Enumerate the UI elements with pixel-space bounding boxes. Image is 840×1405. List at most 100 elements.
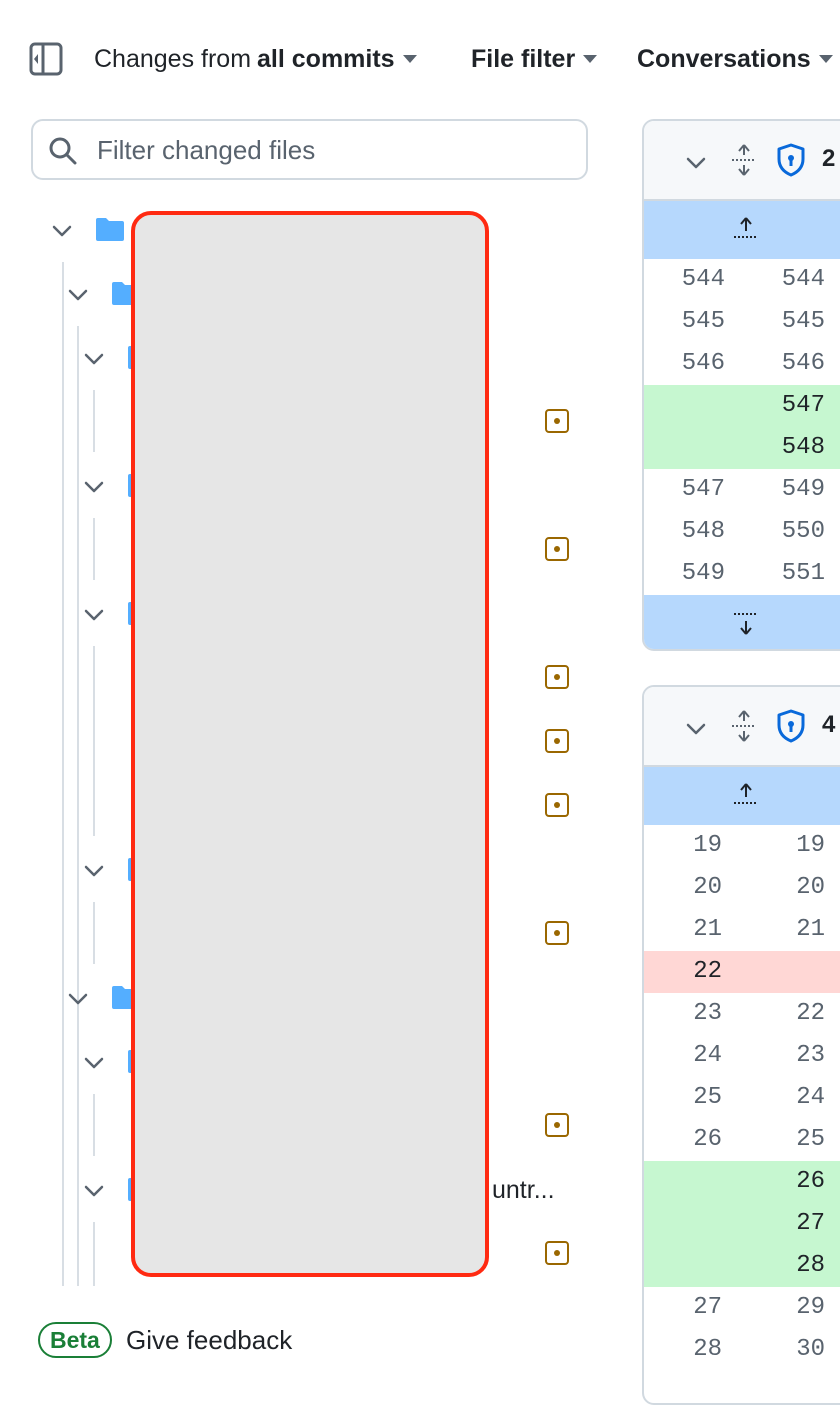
expand-up-icon bbox=[734, 217, 758, 238]
diff-line-deleted[interactable]: 22 bbox=[644, 951, 840, 993]
old-line-number: 24 bbox=[693, 1042, 722, 1069]
diff-line[interactable]: 546 546 bbox=[644, 343, 840, 385]
tree-guide-line bbox=[93, 1094, 95, 1156]
diff-line-added[interactable]: 27 bbox=[644, 1203, 840, 1245]
expand-all-icon[interactable] bbox=[730, 143, 758, 177]
changes-prefix: Changes from bbox=[94, 44, 252, 73]
tree-guide-line bbox=[93, 646, 95, 836]
chevron-down-icon[interactable] bbox=[82, 859, 106, 883]
diff-line[interactable]: 545 545 bbox=[644, 301, 840, 343]
old-line-number: 25 bbox=[693, 1084, 722, 1111]
file-filter-dropdown[interactable]: File filter bbox=[471, 36, 598, 82]
shield-lock-icon bbox=[777, 709, 805, 743]
new-line-number: 550 bbox=[781, 518, 825, 545]
old-line-number: 548 bbox=[681, 518, 725, 545]
old-line-number: 23 bbox=[693, 1000, 722, 1027]
chevron-down-icon[interactable] bbox=[82, 347, 106, 371]
filter-files-box[interactable] bbox=[31, 119, 588, 180]
diff-line[interactable]: 544 544 bbox=[644, 259, 840, 301]
new-line-number: 29 bbox=[796, 1294, 825, 1321]
new-line-number: 25 bbox=[796, 1126, 825, 1153]
old-line-number: 19 bbox=[693, 832, 722, 859]
search-icon bbox=[49, 137, 77, 165]
diff-file-panel: 2 544 544 545 545 546 546 547 548 547 549 548 550 54… bbox=[642, 119, 840, 651]
diff-line[interactable]: 20 20 bbox=[644, 867, 840, 909]
folder-icon bbox=[96, 218, 124, 241]
diff-line-added[interactable]: 26 bbox=[644, 1161, 840, 1203]
new-line-number: 21 bbox=[796, 916, 825, 943]
chevron-down-icon[interactable] bbox=[684, 151, 708, 175]
diff-line[interactable]: 24 23 bbox=[644, 1035, 840, 1077]
new-line-number: 28 bbox=[796, 1252, 825, 1279]
expand-up-button[interactable] bbox=[644, 201, 840, 259]
chevron-down-icon[interactable] bbox=[684, 717, 708, 741]
tree-folder-name-truncated[interactable]: untr... bbox=[492, 1176, 555, 1205]
old-line-number: 544 bbox=[681, 266, 725, 293]
new-line-number: 22 bbox=[796, 1000, 825, 1027]
tree-guide-line bbox=[93, 518, 95, 580]
old-line-number: 26 bbox=[693, 1126, 722, 1153]
tree-guide-line bbox=[62, 262, 64, 1286]
old-line-number: 22 bbox=[693, 958, 722, 985]
chevron-down-icon[interactable] bbox=[50, 219, 74, 243]
new-line-number: 30 bbox=[796, 1336, 825, 1363]
conversations-dropdown[interactable]: Conversations bbox=[637, 36, 833, 82]
new-line-number: 24 bbox=[796, 1084, 825, 1111]
diff-line[interactable]: 25 24 bbox=[644, 1077, 840, 1119]
diff-file-count: 2 bbox=[822, 145, 836, 172]
expand-all-icon[interactable] bbox=[730, 709, 758, 743]
tree-guide-line bbox=[93, 1222, 95, 1286]
shield-lock-icon bbox=[777, 143, 805, 177]
expand-up-button[interactable] bbox=[644, 767, 840, 825]
conversations-label: Conversations bbox=[637, 44, 811, 73]
caret-down-icon bbox=[402, 55, 417, 63]
file-modified-icon bbox=[545, 1241, 569, 1265]
caret-down-icon bbox=[583, 55, 598, 63]
tree-guide-line bbox=[93, 390, 95, 452]
expand-down-button[interactable] bbox=[644, 595, 840, 649]
diff-line[interactable]: 549 551 bbox=[644, 553, 840, 595]
new-line-number: 20 bbox=[796, 874, 825, 901]
diff-line[interactable]: 27 29 bbox=[644, 1287, 840, 1329]
new-line-number: 23 bbox=[796, 1042, 825, 1069]
caret-down-icon bbox=[818, 55, 833, 63]
diff-line-added[interactable]: 28 bbox=[644, 1245, 840, 1287]
chevron-down-icon[interactable] bbox=[66, 283, 90, 307]
give-feedback-link[interactable]: Give feedback bbox=[126, 1322, 292, 1358]
old-line-number: 545 bbox=[681, 308, 725, 335]
file-modified-icon bbox=[545, 921, 569, 945]
new-line-number: 26 bbox=[796, 1168, 825, 1195]
chevron-down-icon[interactable] bbox=[82, 475, 106, 499]
diff-file-count: 4 bbox=[822, 711, 836, 738]
file-modified-icon bbox=[545, 1113, 569, 1137]
old-line-number: 28 bbox=[693, 1336, 722, 1363]
diff-line[interactable]: 28 30 bbox=[644, 1329, 840, 1371]
new-line-number: 19 bbox=[796, 832, 825, 859]
chevron-down-icon[interactable] bbox=[66, 987, 90, 1011]
file-filter-label: File filter bbox=[471, 44, 576, 73]
old-line-number: 20 bbox=[693, 874, 722, 901]
diff-line[interactable]: 547 549 bbox=[644, 469, 840, 511]
diff-line[interactable]: 548 550 bbox=[644, 511, 840, 553]
new-line-number: 544 bbox=[781, 266, 825, 293]
file-modified-icon bbox=[545, 537, 569, 561]
diff-line[interactable]: 19 19 bbox=[644, 825, 840, 867]
new-line-number: 27 bbox=[796, 1210, 825, 1237]
chevron-down-icon[interactable] bbox=[82, 1179, 106, 1203]
diff-file-header: 2 bbox=[644, 121, 840, 201]
beta-badge: Beta bbox=[38, 1322, 112, 1358]
chevron-down-icon[interactable] bbox=[82, 603, 106, 627]
sidebar-collapse-icon bbox=[29, 42, 63, 76]
new-line-number: 551 bbox=[781, 560, 825, 587]
diff-file-panel: 4 19 19 20 20 21 21 22 23 22 24 23 25 24 26 25 26 27 28 27… bbox=[642, 685, 840, 1405]
chevron-down-icon[interactable] bbox=[82, 1051, 106, 1075]
filter-files-input[interactable] bbox=[95, 129, 569, 171]
old-line-number: 27 bbox=[693, 1294, 722, 1321]
diff-line[interactable]: 23 22 bbox=[644, 993, 840, 1035]
sidebar-toggle-button[interactable] bbox=[29, 42, 63, 76]
diff-line-added[interactable]: 547 bbox=[644, 385, 840, 427]
diff-line[interactable]: 26 25 bbox=[644, 1119, 840, 1161]
diff-line[interactable]: 21 21 bbox=[644, 909, 840, 951]
changes-from-dropdown[interactable]: Changes from all commits bbox=[94, 36, 417, 82]
diff-line-added[interactable]: 548 bbox=[644, 427, 840, 469]
